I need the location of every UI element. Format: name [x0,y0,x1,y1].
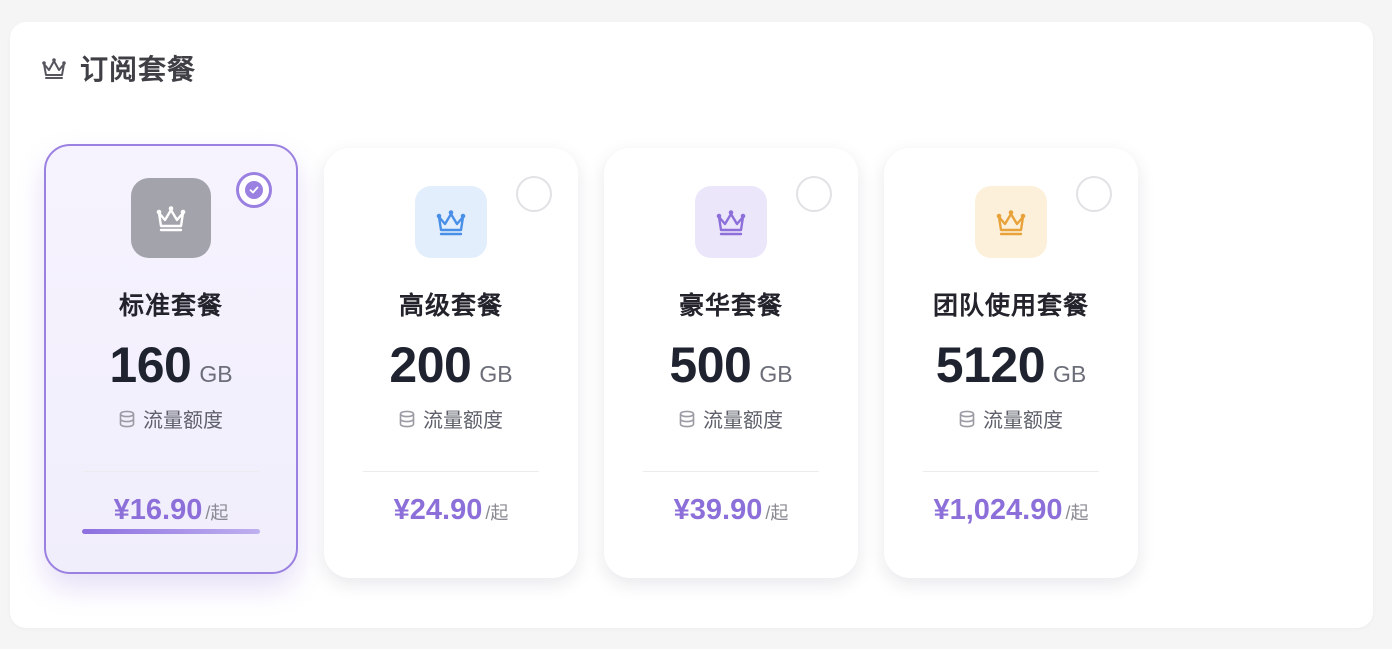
plan-price-per: /起 [205,503,229,523]
plan-icon-box [695,186,767,258]
plan-icon-box [975,186,1047,258]
plan-price-amount: ¥24.90 [393,494,483,526]
plan-name: 团队使用套餐 [932,292,1089,320]
plan-divider [83,471,259,472]
section-title: 订阅套餐 [80,54,197,85]
plan-size-unit: GB [199,361,233,387]
plan-price: ¥16.90 /起 [114,494,229,527]
plan-radio[interactable] [1076,176,1112,212]
plan-card-team[interactable]: 团队使用套餐 5120 GB 流量额度 ¥1,024.90 /起 [884,148,1138,578]
plan-card-standard[interactable]: 标准套餐 160 GB 流量额度 ¥16.90 /起 [44,144,298,574]
plan-quota: 流量额度 [119,404,223,433]
plan-price-amount: ¥39.90 [673,494,763,526]
crown-icon [42,58,66,79]
plan-quota-label: 流量额度 [143,410,223,432]
plan-price-amount: ¥16.90 [113,494,203,526]
plan-size-value: 160 [109,337,192,393]
plan-price: ¥1,024.90 /起 [933,494,1088,527]
crown-icon [436,210,466,236]
plan-name: 标准套餐 [118,292,223,320]
plan-quota: 流量额度 [399,404,503,433]
plan-price-per: /起 [1065,503,1089,523]
plan-radio[interactable] [796,176,832,212]
plan-quota-label: 流量额度 [983,410,1063,432]
plan-size: 500 GB [669,336,792,394]
plan-list: 标准套餐 160 GB 流量额度 ¥16.90 /起 高级套餐 200 GB 流… [44,144,1138,578]
database-icon [399,410,415,427]
crown-icon [716,210,746,236]
plan-size-value: 200 [389,337,472,393]
plan-size-value: 500 [669,337,752,393]
plan-name: 豪华套餐 [678,292,783,320]
plan-card-advanced[interactable]: 高级套餐 200 GB 流量额度 ¥24.90 /起 [324,148,578,578]
plan-size-unit: GB [759,361,793,387]
crown-icon [996,210,1026,236]
plan-divider [363,471,539,472]
section-header: 订阅套餐 [40,48,196,88]
plan-price: ¥39.90 /起 [674,494,789,527]
plan-size: 5120 GB [936,336,1086,394]
plan-price: ¥24.90 /起 [394,494,509,527]
selected-price-underline [82,529,260,534]
plan-size: 160 GB [109,336,232,394]
plan-radio[interactable] [516,176,552,212]
plan-divider [643,471,819,472]
plan-quota: 流量额度 [959,404,1063,433]
plan-size-value: 5120 [935,337,1046,393]
plan-size: 200 GB [389,336,512,394]
subscription-panel: 订阅套餐 标准套餐 160 GB 流量额度 ¥16.90 /起 高级套餐 200… [10,22,1373,628]
plan-size-unit: GB [479,361,513,387]
check-icon [245,181,263,199]
plan-size-unit: GB [1053,361,1087,387]
plan-quota-label: 流量额度 [703,410,783,432]
plan-radio[interactable] [236,172,272,208]
database-icon [679,410,695,427]
crown-icon [156,206,186,232]
plan-card-deluxe[interactable]: 豪华套餐 500 GB 流量额度 ¥39.90 /起 [604,148,858,578]
plan-name: 高级套餐 [398,292,503,320]
plan-divider [923,471,1099,472]
database-icon [119,410,135,427]
plan-icon-box [415,186,487,258]
plan-icon-box [131,178,211,258]
database-icon [959,410,975,427]
plan-quota-label: 流量额度 [423,410,503,432]
plan-price-amount: ¥1,024.90 [933,494,1063,526]
plan-price-per: /起 [765,503,789,523]
plan-price-per: /起 [485,503,509,523]
plan-quota: 流量额度 [679,404,783,433]
